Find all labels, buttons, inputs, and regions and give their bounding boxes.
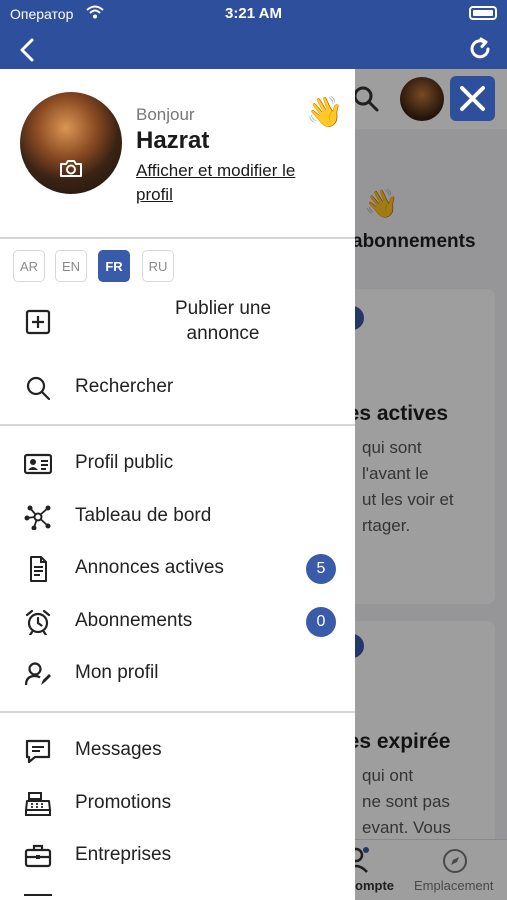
- menu-item-search[interactable]: Rechercher: [0, 365, 355, 409]
- menu-item-dashboard[interactable]: Tableau de bord: [0, 494, 355, 538]
- edit-profile-link[interactable]: Afficher et modifier le profil: [136, 159, 336, 207]
- language-ar[interactable]: AR: [13, 250, 45, 282]
- greeting: Bonjour: [136, 105, 195, 124]
- user-edit-icon: [24, 662, 51, 686]
- menu-item-label: Promotions: [75, 792, 172, 813]
- divider: [0, 424, 355, 426]
- briefcase-icon: [24, 844, 52, 868]
- clock: 3:21 AM: [225, 5, 282, 22]
- user-name: Hazrat: [136, 127, 210, 154]
- status-bar: Оператор 3:21 AM: [0, 0, 507, 28]
- menu-item-subscriptions[interactable]: Abonnements 0: [0, 599, 355, 643]
- menu-item-label: Messages: [75, 739, 162, 760]
- menu-item-label: Rechercher: [75, 376, 174, 397]
- count-badge: 0: [306, 607, 336, 637]
- menu-item-promotions[interactable]: Promotions: [0, 781, 355, 825]
- id-card-icon: [24, 453, 52, 475]
- divider: [0, 711, 355, 713]
- divider: [0, 237, 355, 239]
- search-icon: [26, 376, 51, 401]
- chevron-left-icon[interactable]: [14, 36, 42, 64]
- menu-item-label: Tableau de bord: [75, 505, 212, 526]
- profile-avatar[interactable]: [20, 92, 122, 194]
- battery-icon: [469, 6, 497, 20]
- document-icon: [30, 556, 47, 582]
- menu-item-label: Annonces actives: [75, 557, 224, 578]
- menu-item-messages[interactable]: Messages: [0, 728, 355, 772]
- count-badge: 5: [306, 554, 336, 584]
- menu-item-label: Entreprises: [75, 844, 172, 865]
- cash-register-icon: [25, 792, 51, 816]
- menu-item-publish-label[interactable]: Publier une annonce: [140, 296, 306, 346]
- next-menu-icon-partial: [24, 894, 52, 896]
- menu-item-my-profile[interactable]: Mon profil: [0, 651, 355, 695]
- network-icon: [24, 505, 51, 530]
- camera-icon[interactable]: [59, 158, 83, 178]
- message-icon: [25, 739, 51, 764]
- alarm-clock-icon: [25, 609, 51, 635]
- close-icon[interactable]: [450, 76, 495, 121]
- menu-item-public-profile[interactable]: Profil public: [0, 441, 355, 485]
- language-ru[interactable]: RU: [142, 250, 174, 282]
- side-drawer: Bonjour Hazrat Afficher et modifier le p…: [0, 69, 355, 900]
- language-en[interactable]: EN: [55, 250, 87, 282]
- app-bar: [0, 28, 507, 69]
- plus-square-icon: [25, 309, 51, 335]
- refresh-icon[interactable]: [467, 36, 493, 62]
- menu-item-label: Abonnements: [75, 610, 193, 631]
- language-fr[interactable]: FR: [98, 250, 130, 282]
- menu-item-active-ads[interactable]: Annonces actives 5: [0, 546, 355, 590]
- wave-emoji: 👋: [306, 96, 344, 129]
- menu-item-companies[interactable]: Entreprises: [0, 833, 355, 877]
- menu-item-label: Mon profil: [75, 662, 159, 683]
- menu-item-label: Profil public: [75, 452, 174, 473]
